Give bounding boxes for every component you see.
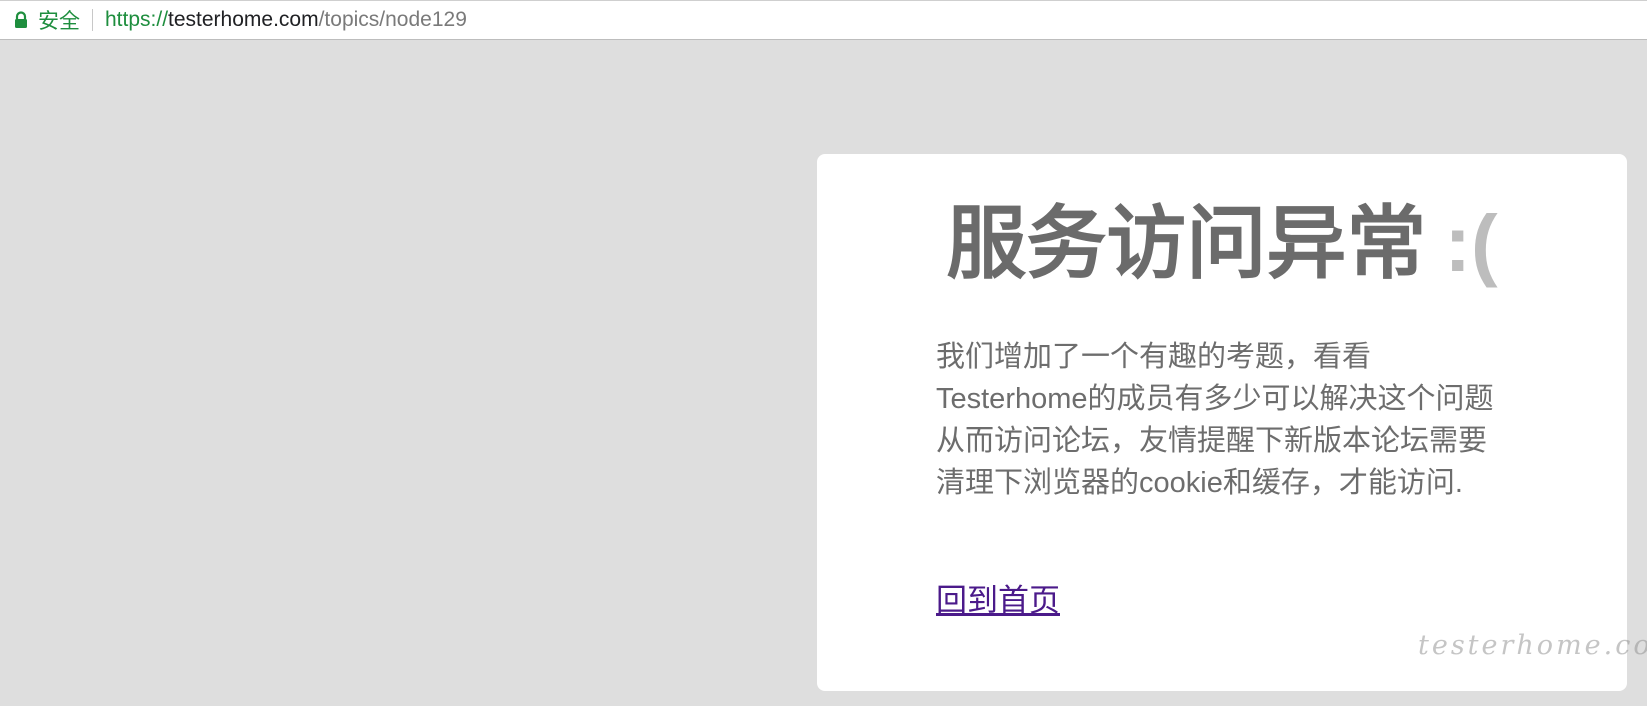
url-text[interactable]: https://testerhome.com/topics/node129 [105, 8, 467, 32]
url-host: testerhome.com [168, 8, 319, 31]
secure-label[interactable]: 安全 [38, 5, 80, 35]
address-bar[interactable]: 安全 https://testerhome.com/topics/node129 [0, 0, 1647, 40]
lock-icon [14, 11, 28, 29]
page-title: 服务访问异常:( [817, 204, 1627, 284]
url-scheme: https:// [105, 8, 169, 31]
sad-face-text: :( [1444, 199, 1498, 288]
back-home-link[interactable]: 回到首页 [936, 575, 1060, 620]
error-message: 我们增加了一个有趣的考题，看看Testerhome的成员有多少可以解决这个问题从… [936, 341, 1494, 499]
address-divider [92, 9, 93, 31]
watermark-text: testerhome.com [1418, 630, 1647, 661]
url-path: /topics/node129 [318, 8, 467, 31]
error-card: 服务访问异常:( 我们增加了一个有趣的考题，看看Testerhome的成员有多少… [817, 154, 1627, 691]
title-text: 服务访问异常 [946, 199, 1427, 288]
